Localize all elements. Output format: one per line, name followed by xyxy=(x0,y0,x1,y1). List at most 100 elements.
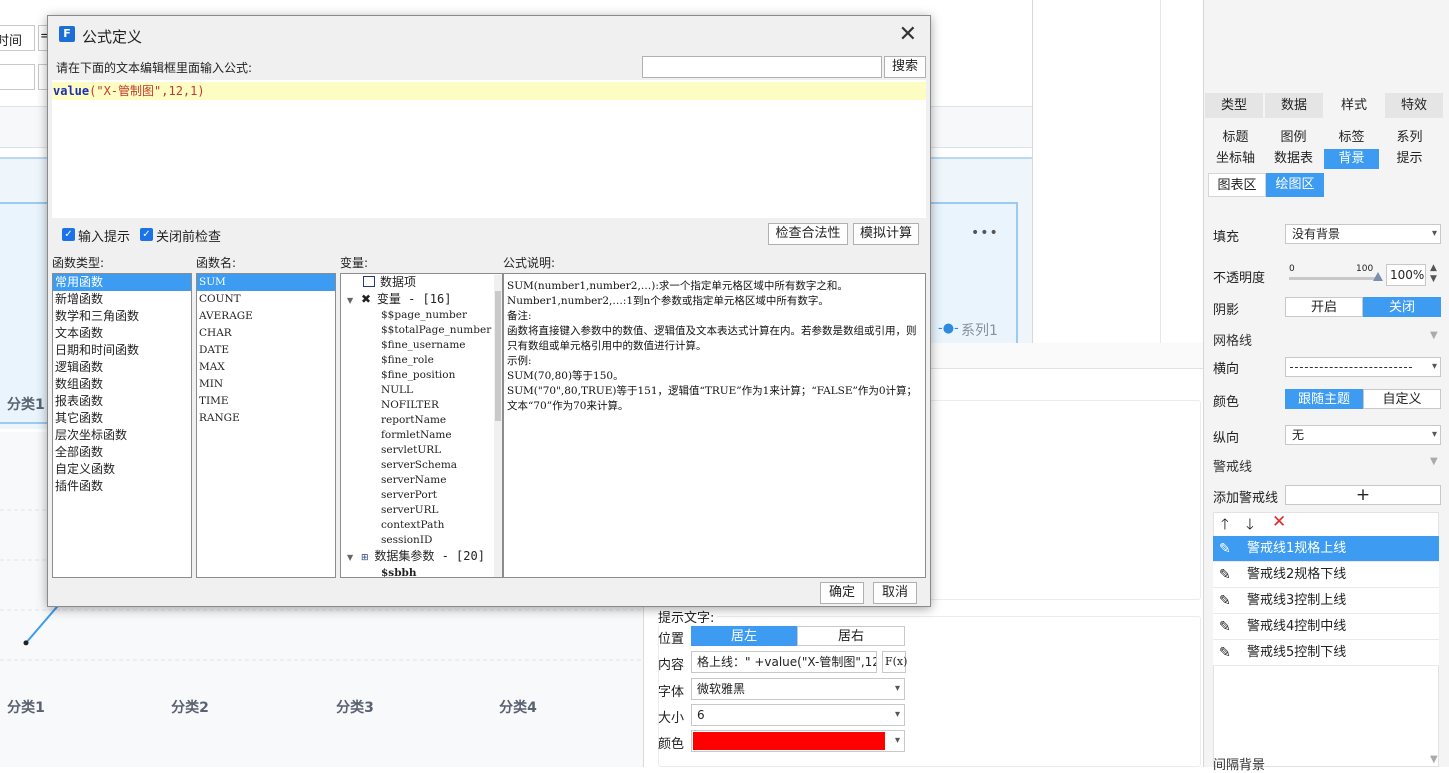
tab-effects[interactable]: 特效 xyxy=(1385,93,1444,118)
size-select[interactable]: 6 ▾ xyxy=(691,704,905,726)
shadow-off-button[interactable]: 关闭 xyxy=(1363,297,1441,317)
warning-line-item[interactable]: ✎ 警戒线5控制下线 xyxy=(1213,640,1439,666)
func-name-item[interactable]: CHAR xyxy=(197,325,335,342)
area-tab-chart[interactable]: 图表区 xyxy=(1208,173,1266,197)
search-input[interactable] xyxy=(642,56,882,78)
func-type-item[interactable]: 数组函数 xyxy=(53,376,191,393)
func-name-item[interactable]: MIN xyxy=(197,376,335,393)
position-right-button[interactable]: 居右 xyxy=(797,626,905,646)
close-icon[interactable]: ✕ xyxy=(899,22,917,47)
subtab-axis[interactable]: 坐标轴 xyxy=(1208,149,1263,169)
func-name-item[interactable]: MAX xyxy=(197,359,335,376)
variable-item[interactable]: NULL xyxy=(341,383,502,398)
condition-field[interactable] xyxy=(0,64,35,90)
formula-fx-button[interactable]: F(x) xyxy=(882,651,907,673)
variable-item[interactable]: serverName xyxy=(341,473,502,488)
func-type-item[interactable]: 自定义函数 xyxy=(53,461,191,478)
variable-item[interactable]: reportName xyxy=(341,413,502,428)
func-name-item[interactable]: RANGE xyxy=(197,410,335,427)
add-warning-button[interactable]: + xyxy=(1285,485,1441,505)
variable-item[interactable]: NOFILTER xyxy=(341,398,502,413)
opacity-slider[interactable] xyxy=(1289,272,1383,281)
func-type-item[interactable]: 数学和三角函数 xyxy=(53,308,191,325)
func-type-item[interactable]: 逻辑函数 xyxy=(53,359,191,376)
func-type-item[interactable]: 其它函数 xyxy=(53,410,191,427)
tree-group-dataset[interactable]: ▼ ⊞ 数据集参数 - [20] xyxy=(341,548,502,565)
func-type-item[interactable]: 文本函数 xyxy=(53,325,191,342)
func-type-item[interactable]: 插件函数 xyxy=(53,478,191,495)
simulate-button[interactable]: 模拟计算 xyxy=(853,223,919,245)
position-left-button[interactable]: 居左 xyxy=(691,626,797,646)
warning-section-header[interactable]: 警戒线 ▼ xyxy=(1213,456,1438,475)
func-type-item[interactable]: 层次坐标函数 xyxy=(53,427,191,444)
func-type-item[interactable]: 报表函数 xyxy=(53,393,191,410)
color-custom-button[interactable]: 自定义 xyxy=(1363,389,1441,409)
vertical-line-select[interactable]: 无 ▾ xyxy=(1285,425,1441,445)
ok-button[interactable]: 确定 xyxy=(820,582,864,604)
grid-section-header[interactable]: 网格线 ▼ xyxy=(1213,330,1438,349)
func-name-item[interactable]: AVERAGE xyxy=(197,308,335,325)
checkbox-check-close[interactable]: ✓ xyxy=(140,228,153,241)
tree-group-variables[interactable]: ▼ ✖ 变量 - [16] xyxy=(341,291,502,308)
tab-style[interactable]: 样式 xyxy=(1325,93,1384,118)
func-name-item[interactable]: TIME xyxy=(197,393,335,410)
variable-item[interactable]: $fine_username xyxy=(341,338,502,353)
func-type-item[interactable]: 日期和时间函数 xyxy=(53,342,191,359)
formula-editor[interactable]: value("X-管制图",12,1) xyxy=(52,80,926,218)
color-follow-theme-button[interactable]: 跟随主题 xyxy=(1285,389,1363,409)
scrollbar-thumb[interactable] xyxy=(495,291,501,421)
variable-item[interactable]: servletURL xyxy=(341,443,502,458)
font-select[interactable]: 微软雅黑 ▾ xyxy=(691,678,905,700)
variable-item[interactable]: contextPath xyxy=(341,518,502,533)
func-name-item[interactable]: COUNT xyxy=(197,291,335,308)
variable-scrollbar[interactable] xyxy=(494,275,502,577)
subtab-legend[interactable]: 图例 xyxy=(1266,128,1321,148)
subtab-title[interactable]: 标题 xyxy=(1208,128,1263,148)
dataset-var-item[interactable]: $sbbh xyxy=(341,565,502,577)
subtab-label[interactable]: 标签 xyxy=(1324,128,1379,148)
tab-data[interactable]: 数据 xyxy=(1265,93,1324,118)
area-tab-plot[interactable]: 绘图区 xyxy=(1266,173,1324,197)
func-name-item[interactable]: SUM xyxy=(197,274,335,291)
content-input[interactable]: 格上线：" +value("X-管制图",12,1) xyxy=(691,651,877,673)
color-picker[interactable]: ▾ xyxy=(691,730,905,752)
variable-item[interactable]: formletName xyxy=(341,428,502,443)
variable-item[interactable]: $fine_role xyxy=(341,353,502,368)
subtab-series[interactable]: 系列 xyxy=(1382,128,1437,148)
warning-line-item[interactable]: ✎ 警戒线1规格上线 xyxy=(1213,536,1439,562)
interval-bg-header[interactable]: 间隔背景 ▼ xyxy=(1213,754,1438,773)
variable-item[interactable]: sessionID xyxy=(341,533,502,548)
spinner-icon[interactable]: ▲ ▼ xyxy=(1430,263,1437,285)
slider-thumb-icon[interactable] xyxy=(1373,272,1383,281)
variable-item[interactable]: $fine_position xyxy=(341,368,502,383)
search-button[interactable]: 搜索 xyxy=(884,56,926,78)
opacity-input[interactable]: 100% xyxy=(1386,264,1426,286)
func-type-item[interactable]: 全部函数 xyxy=(53,444,191,461)
func-name-list: SUM COUNT AVERAGE CHAR DATE MAX MIN TIME… xyxy=(196,273,336,578)
tree-item-data[interactable]: 数据项 xyxy=(341,274,502,291)
fill-select[interactable]: 没有背景 ▾ xyxy=(1285,224,1441,244)
variable-item[interactable]: serverSchema xyxy=(341,458,502,473)
subtab-background[interactable]: 背景 xyxy=(1324,149,1379,169)
checkbox-input-hint[interactable]: ✓ xyxy=(62,228,75,241)
cancel-button[interactable]: 取消 xyxy=(873,582,917,604)
variable-item[interactable]: $$totalPage_number xyxy=(341,323,502,338)
more-icon[interactable]: ••• xyxy=(971,225,999,241)
horizontal-line-select[interactable]: ▾ xyxy=(1285,357,1441,377)
func-name-item[interactable]: DATE xyxy=(197,342,335,359)
warning-line-item[interactable]: ✎ 警戒线3控制上线 xyxy=(1213,588,1439,614)
validate-button[interactable]: 检查合法性 xyxy=(768,223,848,245)
func-type-item[interactable]: 新增函数 xyxy=(53,291,191,308)
variable-item[interactable]: serverURL xyxy=(341,503,502,518)
delete-icon[interactable]: ✕ xyxy=(1272,512,1286,532)
variable-item[interactable]: $$page_number xyxy=(341,308,502,323)
shadow-on-button[interactable]: 开启 xyxy=(1285,297,1363,317)
tab-type[interactable]: 类型 xyxy=(1205,93,1264,118)
subtab-tooltip[interactable]: 提示 xyxy=(1382,149,1437,169)
time-field[interactable]: 时间 xyxy=(0,25,35,51)
warning-line-item[interactable]: ✎ 警戒线4控制中线 xyxy=(1213,614,1439,640)
warning-line-item[interactable]: ✎ 警戒线2规格下线 xyxy=(1213,562,1439,588)
subtab-datatable[interactable]: 数据表 xyxy=(1266,149,1321,169)
variable-item[interactable]: serverPort xyxy=(341,488,502,503)
func-type-item[interactable]: 常用函数 xyxy=(53,274,191,291)
